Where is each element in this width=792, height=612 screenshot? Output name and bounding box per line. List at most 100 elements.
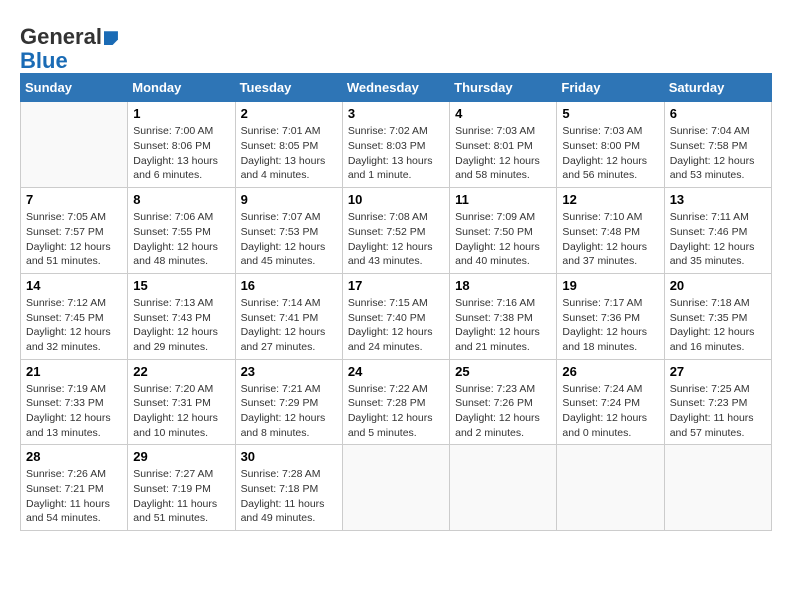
calendar-cell: 17 Sunrise: 7:15 AM Sunset: 7:40 PM Dayl… [342,273,449,359]
daylight-text: Daylight: 12 hours and 48 minutes. [133,241,218,268]
daylight-text: Daylight: 12 hours and 16 minutes. [670,326,755,353]
sunset-text: Sunset: 7:43 PM [133,312,211,324]
sunset-text: Sunset: 7:52 PM [348,226,426,238]
day-number: 3 [348,106,444,121]
logo: General Blue [20,25,118,73]
sunrise-text: Sunrise: 7:28 AM [241,468,321,480]
sunrise-text: Sunrise: 7:12 AM [26,297,106,309]
sunset-text: Sunset: 7:57 PM [26,226,104,238]
daylight-text: Daylight: 11 hours and 49 minutes. [241,498,325,525]
day-number: 5 [562,106,658,121]
daylight-text: Daylight: 12 hours and 0 minutes. [562,412,647,439]
calendar-cell: 1 Sunrise: 7:00 AM Sunset: 8:06 PM Dayli… [128,102,235,188]
day-number: 27 [670,364,766,379]
sunset-text: Sunset: 8:01 PM [455,140,533,152]
logo-blue: Blue [20,48,68,73]
sunrise-text: Sunrise: 7:15 AM [348,297,428,309]
day-info: Sunrise: 7:17 AM Sunset: 7:36 PM Dayligh… [562,296,658,355]
daylight-text: Daylight: 12 hours and 21 minutes. [455,326,540,353]
calendar-cell: 30 Sunrise: 7:28 AM Sunset: 7:18 PM Dayl… [235,445,342,531]
week-row-3: 14 Sunrise: 7:12 AM Sunset: 7:45 PM Dayl… [21,273,772,359]
sunrise-text: Sunrise: 7:21 AM [241,383,321,395]
sunset-text: Sunset: 7:29 PM [241,397,319,409]
sunset-text: Sunset: 7:55 PM [133,226,211,238]
day-info: Sunrise: 7:05 AM Sunset: 7:57 PM Dayligh… [26,210,122,269]
day-number: 18 [455,278,551,293]
calendar-cell: 16 Sunrise: 7:14 AM Sunset: 7:41 PM Dayl… [235,273,342,359]
day-info: Sunrise: 7:28 AM Sunset: 7:18 PM Dayligh… [241,467,337,526]
day-info: Sunrise: 7:23 AM Sunset: 7:26 PM Dayligh… [455,382,551,441]
calendar-cell: 21 Sunrise: 7:19 AM Sunset: 7:33 PM Dayl… [21,359,128,445]
weekday-header-saturday: Saturday [664,74,771,102]
sunrise-text: Sunrise: 7:13 AM [133,297,213,309]
calendar-cell: 3 Sunrise: 7:02 AM Sunset: 8:03 PM Dayli… [342,102,449,188]
sunset-text: Sunset: 8:00 PM [562,140,640,152]
daylight-text: Daylight: 12 hours and 18 minutes. [562,326,647,353]
weekday-header-monday: Monday [128,74,235,102]
daylight-text: Daylight: 11 hours and 54 minutes. [26,498,110,525]
calendar-cell: 15 Sunrise: 7:13 AM Sunset: 7:43 PM Dayl… [128,273,235,359]
day-info: Sunrise: 7:07 AM Sunset: 7:53 PM Dayligh… [241,210,337,269]
sunrise-text: Sunrise: 7:20 AM [133,383,213,395]
sunrise-text: Sunrise: 7:24 AM [562,383,642,395]
day-info: Sunrise: 7:20 AM Sunset: 7:31 PM Dayligh… [133,382,229,441]
weekday-header-tuesday: Tuesday [235,74,342,102]
day-info: Sunrise: 7:14 AM Sunset: 7:41 PM Dayligh… [241,296,337,355]
day-number: 9 [241,192,337,207]
sunset-text: Sunset: 7:28 PM [348,397,426,409]
sunrise-text: Sunrise: 7:05 AM [26,211,106,223]
daylight-text: Daylight: 12 hours and 27 minutes. [241,326,326,353]
day-number: 11 [455,192,551,207]
daylight-text: Daylight: 12 hours and 5 minutes. [348,412,433,439]
daylight-text: Daylight: 12 hours and 43 minutes. [348,241,433,268]
day-info: Sunrise: 7:27 AM Sunset: 7:19 PM Dayligh… [133,467,229,526]
day-number: 30 [241,449,337,464]
day-info: Sunrise: 7:12 AM Sunset: 7:45 PM Dayligh… [26,296,122,355]
sunrise-text: Sunrise: 7:02 AM [348,125,428,137]
sunset-text: Sunset: 7:21 PM [26,483,104,495]
day-number: 16 [241,278,337,293]
daylight-text: Daylight: 12 hours and 13 minutes. [26,412,111,439]
day-info: Sunrise: 7:01 AM Sunset: 8:05 PM Dayligh… [241,124,337,183]
daylight-text: Daylight: 12 hours and 24 minutes. [348,326,433,353]
day-info: Sunrise: 7:03 AM Sunset: 8:01 PM Dayligh… [455,124,551,183]
sunrise-text: Sunrise: 7:00 AM [133,125,213,137]
daylight-text: Daylight: 12 hours and 56 minutes. [562,155,647,182]
day-info: Sunrise: 7:10 AM Sunset: 7:48 PM Dayligh… [562,210,658,269]
sunset-text: Sunset: 7:18 PM [241,483,319,495]
sunrise-text: Sunrise: 7:03 AM [455,125,535,137]
day-number: 1 [133,106,229,121]
calendar-cell: 25 Sunrise: 7:23 AM Sunset: 7:26 PM Dayl… [450,359,557,445]
day-number: 20 [670,278,766,293]
calendar-cell: 9 Sunrise: 7:07 AM Sunset: 7:53 PM Dayli… [235,188,342,274]
week-row-4: 21 Sunrise: 7:19 AM Sunset: 7:33 PM Dayl… [21,359,772,445]
sunset-text: Sunset: 7:40 PM [348,312,426,324]
day-info: Sunrise: 7:24 AM Sunset: 7:24 PM Dayligh… [562,382,658,441]
calendar-cell: 6 Sunrise: 7:04 AM Sunset: 7:58 PM Dayli… [664,102,771,188]
sunset-text: Sunset: 7:45 PM [26,312,104,324]
sunrise-text: Sunrise: 7:25 AM [670,383,750,395]
calendar-cell [557,445,664,531]
day-number: 13 [670,192,766,207]
sunset-text: Sunset: 7:23 PM [670,397,748,409]
sunset-text: Sunset: 7:26 PM [455,397,533,409]
sunset-text: Sunset: 8:06 PM [133,140,211,152]
day-number: 19 [562,278,658,293]
day-number: 7 [26,192,122,207]
calendar-cell: 2 Sunrise: 7:01 AM Sunset: 8:05 PM Dayli… [235,102,342,188]
day-info: Sunrise: 7:11 AM Sunset: 7:46 PM Dayligh… [670,210,766,269]
sunrise-text: Sunrise: 7:16 AM [455,297,535,309]
sunrise-text: Sunrise: 7:19 AM [26,383,106,395]
day-number: 12 [562,192,658,207]
day-number: 6 [670,106,766,121]
day-info: Sunrise: 7:13 AM Sunset: 7:43 PM Dayligh… [133,296,229,355]
sunrise-text: Sunrise: 7:03 AM [562,125,642,137]
calendar-cell: 12 Sunrise: 7:10 AM Sunset: 7:48 PM Dayl… [557,188,664,274]
daylight-text: Daylight: 13 hours and 1 minute. [348,155,433,182]
day-number: 17 [348,278,444,293]
daylight-text: Daylight: 12 hours and 58 minutes. [455,155,540,182]
day-number: 26 [562,364,658,379]
day-number: 21 [26,364,122,379]
day-info: Sunrise: 7:06 AM Sunset: 7:55 PM Dayligh… [133,210,229,269]
calendar-cell [21,102,128,188]
